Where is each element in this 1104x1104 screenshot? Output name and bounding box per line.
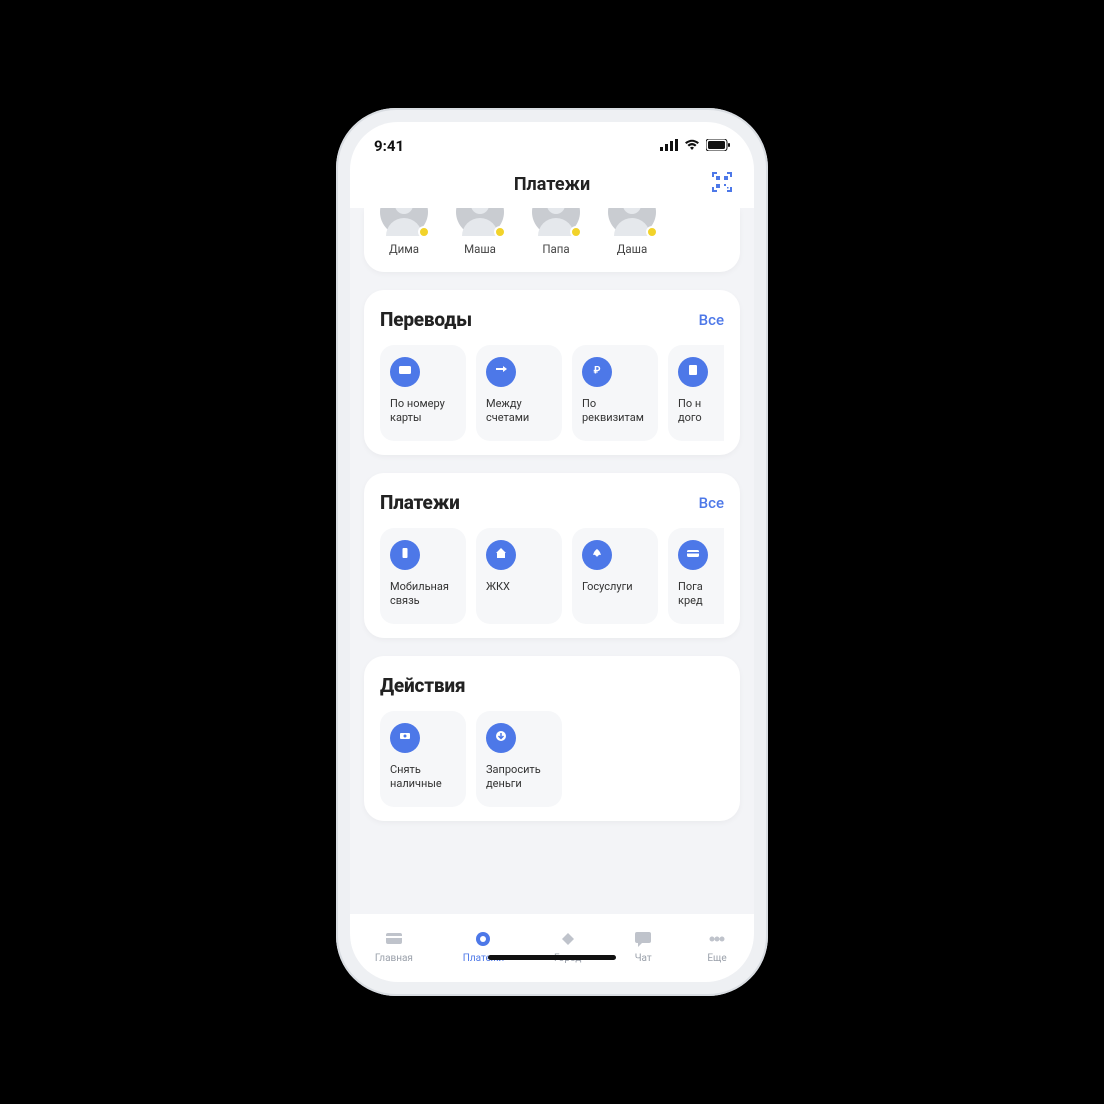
home-icon <box>382 927 406 951</box>
action-withdraw-cash[interactable]: Снять наличные <box>380 711 466 807</box>
transfer-between-accounts[interactable]: Между счетами <box>476 345 562 441</box>
tile-label: Запросить деньги <box>486 763 552 791</box>
action-request-money[interactable]: Запросить деньги <box>476 711 562 807</box>
transfer-by-card-number[interactable]: По номеру карты <box>380 345 466 441</box>
contact-name: Дима <box>389 242 419 256</box>
tab-bar: Главная Платежи Город Чат Еще <box>350 914 754 982</box>
transfer-by-requisites[interactable]: ₽ По реквизитам <box>572 345 658 441</box>
tile-label: По н дого <box>678 397 724 425</box>
payments-all-link[interactable]: Все <box>699 494 724 512</box>
actions-row: Снять наличные Запросить деньги <box>380 711 724 807</box>
qr-scan-button[interactable] <box>708 170 736 198</box>
card-icon <box>398 363 412 381</box>
payments-row[interactable]: Мобильная связь ЖКХ Госуслуги Пога кред <box>380 528 724 624</box>
tab-label: Главная <box>375 953 413 964</box>
tile-label: Между счетами <box>486 397 552 425</box>
swap-icon <box>494 363 508 381</box>
status-time: 9:41 <box>374 137 404 155</box>
payments-section: Платежи Все Мобильная связь ЖКХ Госуслуг… <box>364 473 740 638</box>
tile-label: Пога кред <box>678 580 724 608</box>
tab-main[interactable]: Главная <box>375 927 413 964</box>
payment-mobile[interactable]: Мобильная связь <box>380 528 466 624</box>
cash-icon <box>398 729 412 747</box>
tab-chat[interactable]: Чат <box>631 927 655 964</box>
battery-icon <box>706 137 730 155</box>
contacts-row: Дима Маша Папа Даша <box>380 208 724 256</box>
contact-dima[interactable]: Дима <box>380 208 428 256</box>
phone-frame: 9:41 Платежи <box>336 108 768 996</box>
credit-card-icon <box>686 546 700 564</box>
status-dot-icon <box>570 226 580 236</box>
contact-dasha[interactable]: Даша <box>608 208 656 256</box>
transfers-title: Переводы <box>380 308 472 331</box>
tab-more[interactable]: Еще <box>705 927 729 964</box>
status-dot-icon <box>494 226 504 236</box>
wifi-icon <box>684 137 700 155</box>
tile-label: Госуслуги <box>582 580 648 594</box>
status-dot-icon <box>646 226 656 236</box>
city-icon <box>556 927 580 951</box>
actions-title: Действия <box>380 674 465 697</box>
status-dot-icon <box>418 226 428 236</box>
status-icons <box>660 137 730 155</box>
contact-name: Маша <box>464 242 496 256</box>
download-icon <box>494 729 508 747</box>
tab-label: Чат <box>635 953 652 964</box>
status-bar: 9:41 <box>350 122 754 160</box>
payment-utilities[interactable]: ЖКХ <box>476 528 562 624</box>
tile-label: Мобильная связь <box>390 580 456 608</box>
eagle-icon <box>590 546 604 564</box>
tile-label: ЖКХ <box>486 580 552 594</box>
payments-icon <box>471 927 495 951</box>
tile-label: Снять наличные <box>390 763 456 791</box>
svg-text:₽: ₽ <box>593 366 600 377</box>
ruble-icon: ₽ <box>590 363 604 381</box>
transfers-section: Переводы Все По номеру карты Между счета… <box>364 290 740 455</box>
payment-gosuslugi[interactable]: Госуслуги <box>572 528 658 624</box>
phone-icon <box>398 546 412 564</box>
actions-section: Действия Снять наличные Запросить деньги <box>364 656 740 821</box>
transfers-all-link[interactable]: Все <box>699 311 724 329</box>
contacts-card: Дима Маша Папа Даша <box>364 208 740 272</box>
chat-icon <box>631 927 655 951</box>
contact-papa[interactable]: Папа <box>532 208 580 256</box>
home-indicator[interactable] <box>488 955 616 960</box>
navbar: Платежи <box>350 160 754 208</box>
page-title: Платежи <box>514 174 590 195</box>
tile-label: По реквизитам <box>582 397 648 425</box>
payment-repay-credit[interactable]: Пога кред <box>668 528 724 624</box>
payments-title: Платежи <box>380 491 460 514</box>
tab-label: Еще <box>707 953 726 964</box>
qr-icon <box>710 170 734 198</box>
more-icon <box>705 927 729 951</box>
screen: 9:41 Платежи <box>350 122 754 982</box>
house-icon <box>494 546 508 564</box>
contact-name: Папа <box>542 242 569 256</box>
tile-label: По номеру карты <box>390 397 456 425</box>
transfer-by-contract[interactable]: По н дого <box>668 345 724 441</box>
contact-name: Даша <box>617 242 647 256</box>
content[interactable]: Дима Маша Папа Даша <box>350 208 754 914</box>
document-icon <box>686 363 700 381</box>
contact-masha[interactable]: Маша <box>456 208 504 256</box>
cellular-icon <box>660 137 678 155</box>
transfers-row[interactable]: По номеру карты Между счетами ₽ По рекви… <box>380 345 724 441</box>
